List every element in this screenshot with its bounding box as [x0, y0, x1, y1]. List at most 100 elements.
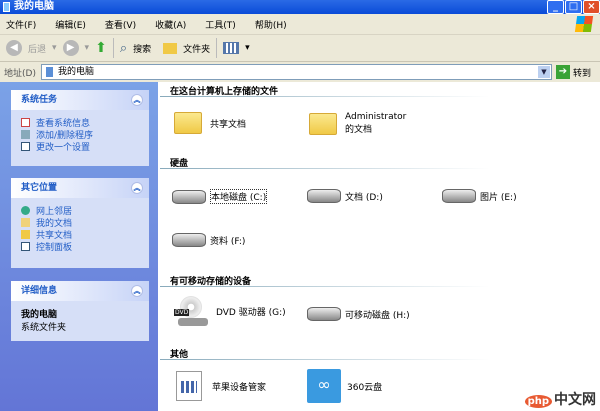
- go-arrow-icon[interactable]: ➔: [556, 65, 570, 79]
- item-label: 图片 (E:): [480, 192, 517, 203]
- drive-e[interactable]: 图片 (E:): [442, 189, 517, 203]
- hard-drive-icon: [442, 189, 476, 203]
- panel-title: 详细信息: [21, 286, 58, 296]
- divider: [160, 96, 490, 97]
- item-label: DVD 驱动器 (G:): [216, 307, 286, 318]
- separator: [112, 38, 114, 58]
- computer-icon: [46, 67, 53, 77]
- folder-icon: [21, 229, 30, 239]
- other-places-panel: 其它位置 ︽ 网上邻居 我的文档 共享文档 控制面板: [11, 178, 149, 268]
- app-360-cloud[interactable]: ∞ 360云盘: [307, 369, 382, 403]
- place-shared-documents[interactable]: 共享文档: [21, 228, 139, 241]
- item-label: 苹果设备管家: [212, 382, 267, 393]
- cloud-icon: ∞: [307, 369, 341, 403]
- hard-drive-icon: [172, 189, 206, 204]
- minimize-button[interactable]: _: [547, 0, 564, 14]
- system-info-icon: [21, 117, 30, 127]
- folders-icon[interactable]: [163, 42, 178, 54]
- views-button[interactable]: [223, 42, 240, 54]
- maximize-button[interactable]: □: [565, 0, 582, 14]
- address-value: 我的电脑: [58, 67, 95, 77]
- app-apple-device-manager[interactable]: 苹果设备管家: [176, 371, 266, 401]
- divider: [160, 168, 490, 169]
- watermark-php: php: [524, 395, 552, 408]
- application-icon: [176, 371, 202, 401]
- hard-drive-icon: [172, 233, 206, 247]
- item-label: 可移动磁盘 (H:): [345, 310, 410, 321]
- task-label: 更改一个设置: [36, 142, 91, 153]
- menu-file[interactable]: 文件(F): [6, 18, 36, 31]
- watermark-logo: php 中文网: [524, 389, 596, 409]
- item-label: Administrator 的文档: [345, 112, 407, 135]
- file-list: 在这台计算机上存储的文件 共享文档 Administrator 的文档 硬盘 本…: [160, 82, 600, 411]
- control-panel-icon: [21, 241, 30, 251]
- go-button[interactable]: 转到: [573, 66, 591, 79]
- details-name: 我的电脑: [21, 310, 58, 320]
- drive-c[interactable]: 本地磁盘 (C:): [172, 189, 268, 204]
- address-dropdown-icon[interactable]: ▼: [538, 66, 550, 78]
- documents-icon: [21, 217, 30, 227]
- folder-icon: [174, 112, 202, 134]
- drive-f[interactable]: 资料 (F:): [172, 233, 245, 247]
- menu-view[interactable]: 查看(V): [105, 18, 136, 31]
- hard-drive-icon: [307, 189, 341, 203]
- programs-icon: [21, 129, 30, 139]
- collapse-icon[interactable]: ︽: [131, 285, 143, 297]
- task-change-setting[interactable]: 更改一个设置: [21, 140, 139, 153]
- control-panel-icon: [21, 141, 30, 151]
- drive-d[interactable]: 文档 (D:): [307, 189, 383, 203]
- item-label: 共享文档: [210, 119, 247, 130]
- address-label: 地址(D): [4, 68, 36, 79]
- panel-title: 其它位置: [21, 183, 58, 193]
- forward-dropdown-icon[interactable]: ▾: [85, 43, 90, 53]
- watermark-text: 中文网: [554, 392, 596, 408]
- place-control-panel[interactable]: 控制面板: [21, 240, 139, 253]
- menu-tools[interactable]: 工具(T): [205, 18, 236, 31]
- menu-bar: 文件(F) 编辑(E) 查看(V) 收藏(A) 工具(T) 帮助(H): [0, 14, 600, 35]
- network-icon: [21, 205, 30, 215]
- collapse-icon[interactable]: ︽: [131, 182, 143, 194]
- search-button[interactable]: 搜索: [133, 42, 151, 55]
- removable-drive-icon: [307, 307, 341, 321]
- forward-button[interactable]: ▶: [62, 40, 79, 56]
- close-button[interactable]: ×: [583, 0, 600, 14]
- drive-h-removable[interactable]: 可移动磁盘 (H:): [307, 307, 410, 321]
- task-view-system-info[interactable]: 查看系统信息: [21, 116, 139, 129]
- item-label: 本地磁盘 (C:): [210, 189, 268, 204]
- details-header[interactable]: 详细信息 ︽: [11, 281, 149, 301]
- separator: [216, 38, 218, 58]
- details-panel: 详细信息 ︽ 我的电脑 系统文件夹: [11, 281, 149, 341]
- computer-icon: [3, 2, 10, 12]
- dvd-drive-icon: DVD: [174, 296, 208, 326]
- back-dropdown-icon[interactable]: ▾: [52, 43, 57, 53]
- views-dropdown-icon[interactable]: ▾: [245, 43, 250, 53]
- back-button[interactable]: 后退: [28, 42, 46, 55]
- back-arrow-icon[interactable]: ◀: [6, 40, 22, 56]
- folders-button[interactable]: 文件夹: [183, 42, 210, 55]
- place-my-documents[interactable]: 我的文档: [21, 216, 139, 229]
- menu-favorites[interactable]: 收藏(A): [155, 18, 186, 31]
- item-label: 资料 (F:): [210, 236, 246, 247]
- title-bar: 我的电脑 _ □ ×: [0, 0, 600, 14]
- collapse-icon[interactable]: ︽: [131, 94, 143, 106]
- details-type: 系统文件夹: [21, 323, 67, 333]
- menu-edit[interactable]: 编辑(E): [55, 18, 86, 31]
- item-label: 360云盘: [347, 382, 383, 393]
- task-add-remove-programs[interactable]: 添加/删除程序: [21, 128, 139, 141]
- system-tasks-header[interactable]: 系统任务 ︽: [11, 90, 149, 110]
- place-label: 控制面板: [36, 242, 73, 253]
- folder-admin-documents[interactable]: Administrator 的文档: [309, 112, 419, 135]
- menu-help[interactable]: 帮助(H): [255, 18, 287, 31]
- divider: [160, 286, 490, 287]
- place-network[interactable]: 网上邻居: [21, 204, 139, 217]
- other-places-header[interactable]: 其它位置 ︽: [11, 178, 149, 198]
- search-icon[interactable]: ⌕: [120, 41, 127, 56]
- toolbar: ◀ 后退 ▾ ▶ ▾ ⬆ ⌕ 搜索 文件夹 ▾: [0, 35, 600, 62]
- drive-g-dvd[interactable]: DVD DVD 驱动器 (G:): [174, 296, 286, 326]
- panel-title: 系统任务: [21, 95, 58, 105]
- address-input[interactable]: 我的电脑 ▼: [41, 64, 552, 80]
- up-folder-button[interactable]: ⬆: [95, 40, 107, 56]
- folder-shared-documents[interactable]: 共享文档: [174, 112, 246, 134]
- item-label: 文档 (D:): [345, 192, 383, 203]
- windows-logo-icon: [574, 16, 594, 32]
